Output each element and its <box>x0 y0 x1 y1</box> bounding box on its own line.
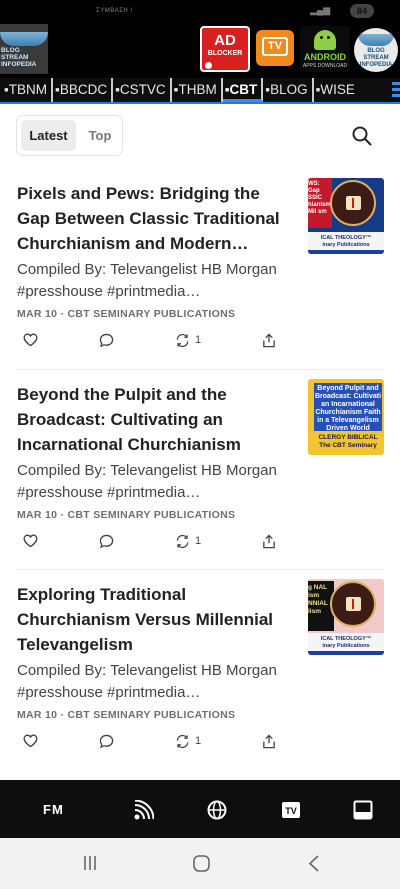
post-meta: MAR 10 · CBT SEMINARY PUBLICATIONS <box>17 709 236 721</box>
seminary-seal-icon <box>330 180 376 226</box>
tv-icon[interactable]: TV <box>281 800 301 820</box>
post-thumbnail[interactable]: Beyond Pulpit and Broadcast: Cultivati a… <box>308 379 384 455</box>
sort-tabs: Latest Top <box>16 115 123 156</box>
like-button[interactable] <box>23 734 38 752</box>
radio-broadcast-icon[interactable] <box>132 800 154 820</box>
battery-indicator: 84 <box>350 4 374 18</box>
tab-latest[interactable]: Latest <box>21 120 76 151</box>
channel-nav: ▪TBNM ▪BBCDC ▪CSTVC ▪THBM ▪CBT ▪BLOG ▪WI… <box>0 78 400 104</box>
comment-button[interactable] <box>99 534 114 552</box>
heart-icon <box>23 734 38 748</box>
restack-count: 1 <box>195 334 202 346</box>
bottom-app-bar: FM TV <box>0 780 400 838</box>
android-icon <box>314 30 336 50</box>
share-button[interactable] <box>262 534 276 552</box>
like-button[interactable] <box>23 534 38 552</box>
post-item[interactable]: Beyond the Pulpit and the Broadcast: Cul… <box>0 379 400 582</box>
restack-button[interactable]: 1 <box>175 734 201 752</box>
share-icon <box>263 734 275 749</box>
restack-icon <box>176 333 189 348</box>
post-meta: MAR 10 · CBT SEMINARY PUBLICATIONS <box>17 308 236 320</box>
ad-blocker-app-button[interactable]: AD BLOCKER <box>200 26 250 72</box>
carrier-text: ΣΥΜΒΑΣΗ Ι <box>96 8 133 14</box>
blog-stream-infopedia-button[interactable]: BLOG STREAM INFOPEDIA <box>354 28 398 72</box>
home-icon[interactable] <box>193 855 210 877</box>
nav-item-thbm[interactable]: ▪THBM <box>172 78 223 102</box>
app-banner: BLOG STREAM INFOPEDIA AD BLOCKER TV ANDR… <box>0 24 400 78</box>
nav-item-cstvc[interactable]: ▪CSTVC <box>113 78 172 102</box>
thumb-box-text: Beyond Pulpit and Broadcast: Cultivati a… <box>314 383 382 432</box>
post-meta: MAR 10 · CBT SEMINARY PUBLICATIONS <box>17 509 236 521</box>
post-divider <box>17 369 383 370</box>
post-subtitle: Compiled By: Televangelist HB Morgan #pr… <box>17 261 277 300</box>
restack-button[interactable]: 1 <box>175 534 201 552</box>
blocker-label: BLOCKER <box>207 50 243 57</box>
nav-menu-icon[interactable] <box>392 82 400 98</box>
comment-button[interactable] <box>99 734 114 752</box>
thumb-lower-subtitle: The CBT Seminary <box>319 442 377 449</box>
android-title: ANDROID <box>304 52 346 62</box>
nav-item-wise[interactable]: ▪WISE <box>314 78 359 102</box>
logo-text-right: BLOG STREAM INFOPEDIA <box>359 48 393 68</box>
nav-item-bbcdc[interactable]: ▪BBCDC <box>53 78 114 102</box>
logo-text: BLOG STREAM INFOPEDIA <box>1 47 37 68</box>
comment-button[interactable] <box>99 333 114 351</box>
thumb-band-title: ICAL THEOLOGY™ <box>320 235 372 241</box>
restack-count: 1 <box>195 735 202 747</box>
monitor-icon[interactable] <box>353 800 373 820</box>
blog-stream-logo[interactable]: BLOG STREAM INFOPEDIA <box>0 24 48 74</box>
ad-label: AD <box>214 32 236 49</box>
post-thumbnail[interactable]: WS: Gap SSIC hianism Mil sm ICAL THEOLOG… <box>308 178 384 254</box>
restack-button[interactable]: 1 <box>175 333 201 351</box>
thumb-band-subtitle: inary Publications <box>322 643 370 649</box>
post-title[interactable]: Beyond the Pulpit and the Broadcast: Cul… <box>17 382 289 457</box>
post-title[interactable]: Exploring Traditional Churchianism Versu… <box>17 582 289 657</box>
android-subtitle: APPS DOWNLOAD <box>302 63 348 69</box>
back-icon[interactable] <box>308 855 320 877</box>
signal-icon: ▂▄▆ <box>310 5 331 15</box>
restack-icon <box>176 734 189 749</box>
thumb-side-text: WS: Gap SSIC hianism Mil sm <box>308 178 332 228</box>
share-button[interactable] <box>262 333 276 351</box>
status-bar: ΣΥΜΒΑΣΗ Ι ▂▄▆ 84 <box>0 0 400 24</box>
globe-icon[interactable] <box>207 800 227 820</box>
comment-icon <box>99 734 114 749</box>
nav-item-tbnm[interactable]: ▪TBNM <box>2 78 54 102</box>
nav-item-cbt[interactable]: ▪CBT <box>222 78 264 102</box>
svg-text:TV: TV <box>285 806 297 816</box>
recent-apps-icon[interactable] <box>82 855 98 876</box>
post-thumbnail[interactable]: g NAL ism NNIAL lism ICAL THEOLOGY™ inary… <box>308 579 384 655</box>
post-actions: 1 <box>17 734 279 754</box>
tab-top[interactable]: Top <box>80 120 120 151</box>
like-button[interactable] <box>23 333 38 351</box>
fm-radio-button[interactable]: FM <box>43 802 64 822</box>
nav-item-blog[interactable]: ▪BLOG <box>263 78 314 102</box>
post-title[interactable]: Pixels and Pews: Bridging the Gap Betwee… <box>17 181 289 256</box>
search-icon[interactable] <box>352 126 372 146</box>
post-divider <box>17 569 383 570</box>
thumb-band-title: ICAL THEOLOGY™ <box>320 636 372 642</box>
comment-icon <box>99 333 114 348</box>
post-actions: 1 <box>17 534 279 554</box>
share-button[interactable] <box>262 734 276 752</box>
post-item[interactable]: Pixels and Pews: Bridging the Gap Betwee… <box>0 178 400 381</box>
system-nav-bar <box>0 838 400 889</box>
comment-icon <box>99 534 114 549</box>
restack-count: 1 <box>195 535 202 547</box>
share-icon <box>263 333 275 348</box>
post-subtitle: Compiled By: Televangelist HB Morgan #pr… <box>17 662 277 701</box>
heart-icon <box>23 333 38 347</box>
tv-app-button[interactable]: TV <box>256 30 294 66</box>
post-actions: 1 <box>17 333 279 353</box>
thumb-band-subtitle: inary Publications <box>322 242 370 248</box>
android-apps-button[interactable]: ANDROID APPS DOWNLOAD <box>300 26 350 72</box>
heart-icon <box>23 534 38 548</box>
seminary-seal-icon <box>330 581 376 627</box>
thumb-lower-title: CLERGY BIBLICAL <box>318 434 378 441</box>
post-item[interactable]: Exploring Traditional Churchianism Versu… <box>0 579 400 782</box>
tv-label: TV <box>262 37 288 56</box>
post-subtitle: Compiled By: Televangelist HB Morgan #pr… <box>17 462 277 501</box>
share-icon <box>263 534 275 549</box>
restack-icon <box>176 534 189 549</box>
